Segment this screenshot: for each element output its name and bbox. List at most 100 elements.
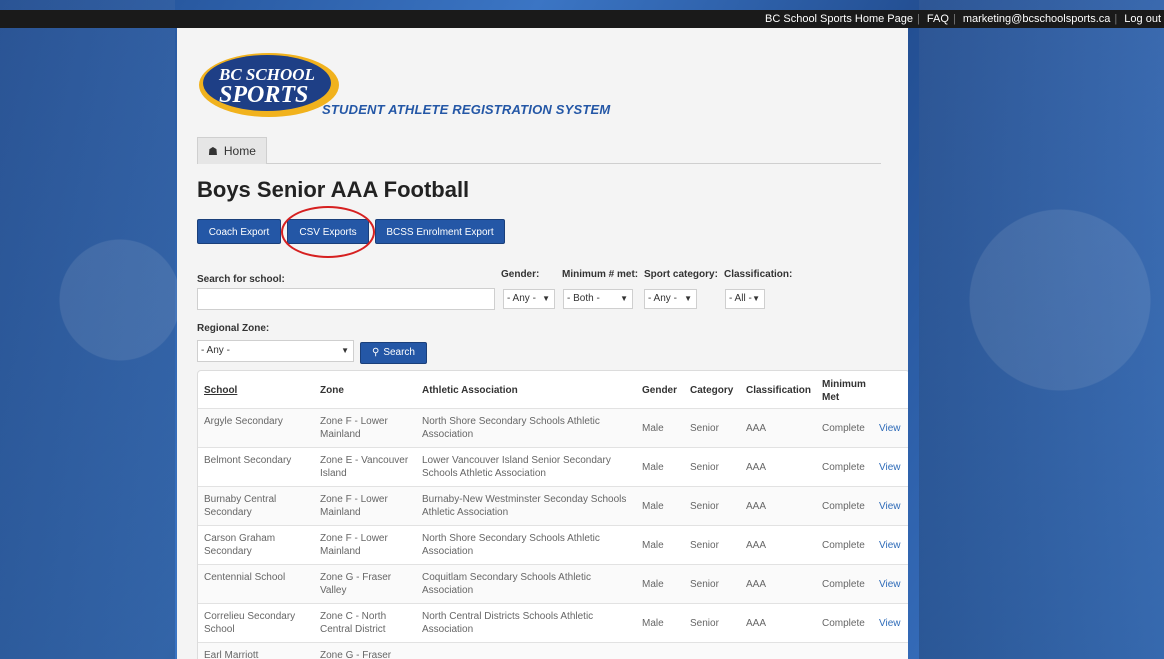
search-input[interactable] (197, 288, 495, 310)
view-link[interactable]: View (879, 500, 908, 513)
bcss-enrolment-export-button[interactable]: BCSS Enrolment Export (375, 219, 505, 244)
table-row: Burnaby Central Secondary Zone F - Lower … (198, 486, 908, 526)
main-card: BC SCHOOL SPORTS STUDENT ATHLETE REGISTR… (177, 28, 908, 659)
table-row: Centennial School Zone G - Fraser Valley C… (198, 564, 908, 604)
home-page-link[interactable]: BC School Sports Home Page (762, 13, 916, 25)
cell-zone: Zone G - Fraser (320, 650, 392, 659)
header-zone: Zone (320, 385, 344, 396)
sport-category-label: Sport category: (644, 269, 718, 280)
tab-home[interactable]: ☗ Home (197, 137, 267, 164)
cell-school: Carson Graham Secondary (204, 533, 276, 557)
cell-gender: Male (642, 540, 664, 551)
cell-classification: AAA (746, 540, 767, 551)
red-circle-annotation (281, 206, 375, 258)
gender-select[interactable]: - Any - ▼ (503, 289, 555, 309)
view-link[interactable]: View (879, 461, 908, 474)
cell-association: North Shore Secondary Schools Athletic A… (422, 416, 600, 440)
cell-association: North Shore Secondary Schools Athletic A… (422, 533, 600, 557)
regional-zone-select[interactable]: - Any - ▼ (197, 340, 354, 362)
cell-school: Argyle Secondary (204, 416, 283, 427)
chevron-down-icon: ▼ (752, 294, 760, 303)
cell-category: Senior (690, 501, 719, 512)
header-minimum-met: Minimum Met (822, 379, 866, 403)
cell-school: Burnaby Central Secondary (204, 494, 277, 518)
cell-association: Lower Vancouver Island Senior Secondary … (422, 455, 611, 479)
cell-zone: Zone F - Lower Mainland (320, 533, 388, 557)
sport-category-select[interactable]: - Any - ▼ (644, 289, 697, 309)
cell-minimum: Complete (822, 618, 865, 629)
cell-gender: Male (642, 462, 664, 473)
search-icon: ⚲ (371, 347, 380, 358)
regional-zone-label: Regional Zone: (197, 323, 270, 334)
tab-divider (267, 163, 881, 164)
classification-label: Classification: (724, 269, 793, 280)
cell-school: Correlieu Secondary School (204, 611, 296, 635)
logo-line2: SPORTS (219, 82, 308, 108)
cell-zone: Zone E - Vancouver Island (320, 455, 409, 479)
cell-school: Centennial School (204, 572, 286, 583)
table-row: Correlieu Secondary School Zone C - North… (198, 603, 908, 643)
home-icon: ☗ (208, 146, 218, 158)
cell-classification: AAA (746, 462, 767, 473)
cell-association: Burnaby-New Westminster Seconday Schools… (422, 494, 627, 518)
header-association: Athletic Association (422, 385, 518, 396)
system-subtitle: STUDENT ATHLETE REGISTRATION SYSTEM (322, 102, 611, 117)
table-row: Carson Graham Secondary Zone F - Lower Ma… (198, 525, 908, 565)
logout-link[interactable]: Log out (1121, 13, 1164, 25)
faq-link[interactable]: FAQ (924, 13, 952, 25)
cell-zone: Zone C - North Central District (320, 611, 387, 635)
minimum-met-label: Minimum # met: (562, 269, 639, 280)
cell-category: Senior (690, 579, 719, 590)
view-link[interactable]: View (879, 422, 908, 435)
search-button[interactable]: ⚲ Search (360, 342, 427, 364)
cell-gender: Male (642, 501, 664, 512)
tab-home-label: Home (223, 144, 256, 158)
email-link[interactable]: marketing@bcschoolsports.ca (960, 13, 1114, 25)
cell-category: Senior (690, 540, 719, 551)
classification-select[interactable]: - All - ▼ (725, 289, 765, 309)
cell-gender: Male (642, 618, 664, 629)
top-nav: BC School Sports Home Page | FAQ | marketi… (0, 10, 1164, 28)
header-gender: Gender (642, 385, 678, 396)
search-label: Search for school: (197, 274, 285, 285)
bc-school-sports-logo[interactable]: BC SCHOOL SPORTS (197, 50, 342, 120)
cell-classification: AAA (746, 501, 767, 512)
cell-minimum: Complete (822, 423, 865, 434)
view-link[interactable]: View (879, 578, 908, 591)
chevron-down-icon: ▼ (684, 294, 692, 303)
cell-category: Senior (690, 462, 719, 473)
minimum-met-select[interactable]: - Both - ▼ (563, 289, 633, 309)
cell-school: Earl Marriott (204, 650, 259, 659)
table-row: Belmont Secondary Zone E - Vancouver Isla… (198, 447, 908, 487)
schools-table: School Zone Athletic Association Gender … (197, 370, 908, 659)
cell-association: North Central Districts Schools Athletic… (422, 611, 594, 635)
header-category: Category (690, 385, 734, 396)
table-row: Argyle Secondary Zone F - Lower Mainland N… (198, 408, 908, 448)
chevron-down-icon: ▼ (542, 294, 550, 303)
view-link[interactable]: View (879, 539, 908, 552)
coach-export-button[interactable]: Coach Export (197, 219, 281, 244)
cell-minimum: Complete (822, 462, 865, 473)
cell-gender: Male (642, 423, 664, 434)
cell-zone: Zone G - Fraser Valley (320, 572, 392, 596)
cell-classification: AAA (746, 579, 767, 590)
cell-classification: AAA (746, 423, 767, 434)
cell-minimum: Complete (822, 501, 865, 512)
cell-zone: Zone F - Lower Mainland (320, 416, 388, 440)
header-classification: Classification (746, 385, 812, 396)
page-title: Boys Senior AAA Football (197, 177, 470, 202)
cell-classification: AAA (746, 618, 767, 629)
cell-minimum: Complete (822, 579, 865, 590)
cell-zone: Zone F - Lower Mainland (320, 494, 388, 518)
cell-category: Senior (690, 423, 719, 434)
view-link[interactable]: View (879, 617, 908, 630)
header-school[interactable]: School (204, 385, 237, 396)
chevron-down-icon: ▼ (341, 346, 349, 355)
cell-school: Belmont Secondary (204, 455, 292, 466)
gender-label: Gender: (501, 269, 540, 280)
table-row: Earl Marriott Zone G - Fraser (198, 642, 908, 659)
cell-association: Coquitlam Secondary Schools Athletic Ass… (422, 572, 591, 596)
chevron-down-icon: ▼ (620, 294, 628, 303)
cell-minimum: Complete (822, 540, 865, 551)
cell-category: Senior (690, 618, 719, 629)
